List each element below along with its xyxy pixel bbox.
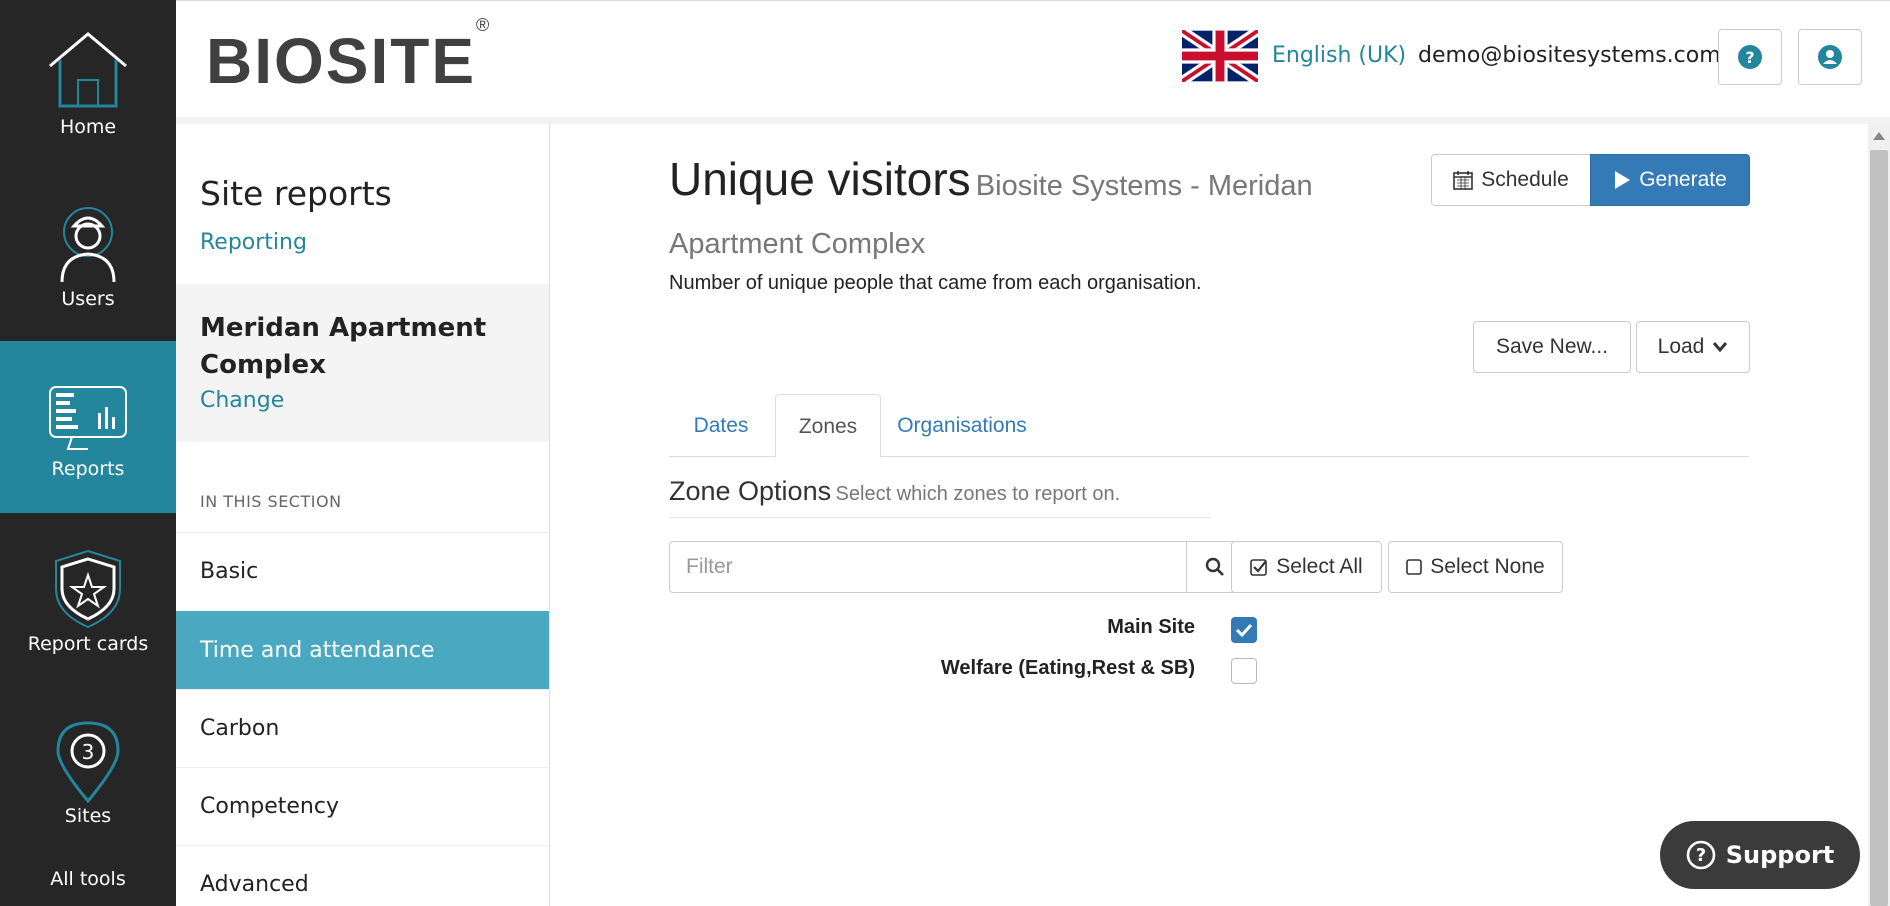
report-name: Unique visitors <box>669 153 971 205</box>
nav-report-cards-label: Report cards <box>27 633 149 655</box>
question-circle-icon: ? <box>1738 45 1762 69</box>
nav-users-label: Users <box>61 288 115 310</box>
calendar-icon <box>1453 171 1474 190</box>
zone-options-heading: Zone Options Select which zones to repor… <box>669 476 1211 518</box>
nav-home[interactable]: Home <box>0 0 176 172</box>
tab-zones[interactable]: Zones <box>775 394 881 458</box>
zone-checkbox-main-site[interactable] <box>1231 617 1257 643</box>
nav-reports[interactable]: Reports <box>0 341 176 513</box>
section-heading: IN THIS SECTION <box>200 492 342 511</box>
side-panel-title: Site reports <box>200 174 392 213</box>
report-chart-icon <box>49 386 127 450</box>
scroll-up-arrow-icon[interactable] <box>1873 132 1885 140</box>
report-tabs: Dates Zones Organisations <box>669 394 1749 458</box>
nav-users[interactable]: Users <box>0 172 176 344</box>
nav-reports-label: Reports <box>51 458 125 480</box>
main-content: Unique visitors Biosite Systems - Merida… <box>551 124 1868 906</box>
nav-home-label: Home <box>59 116 117 138</box>
top-header: BIOSITE® English (UK) demo@biositesystem… <box>176 0 1890 118</box>
support-button[interactable]: ? Support <box>1660 821 1860 889</box>
scrollbar-thumb[interactable] <box>1870 150 1888 906</box>
schedule-button[interactable]: Schedule <box>1431 154 1591 206</box>
empty-square-icon <box>1406 559 1423 575</box>
nav-sites-label: Sites <box>64 805 112 827</box>
user-menu-button[interactable] <box>1798 29 1862 85</box>
house-icon <box>49 32 127 108</box>
language-selector[interactable]: English (UK) <box>1272 43 1406 68</box>
user-circle-icon <box>1818 45 1842 69</box>
select-all-button[interactable]: Select All <box>1231 541 1382 593</box>
left-nav: Home Users Reports Report cards 3 Sites … <box>0 0 176 906</box>
save-new-button[interactable]: Save New... <box>1473 321 1631 373</box>
shield-star-icon <box>55 549 121 629</box>
svg-text:?: ? <box>1745 48 1754 67</box>
biosite-logo[interactable]: BIOSITE® <box>206 16 491 93</box>
report-title: Unique visitors Biosite Systems - Merida… <box>669 152 1369 275</box>
question-circle-icon: ? <box>1686 840 1716 870</box>
zone-label-welfare: Welfare (Eating,Rest & SB) <box>940 657 1195 679</box>
help-button[interactable]: ? <box>1718 29 1782 85</box>
nav-all-tools[interactable]: All tools <box>0 868 176 890</box>
zone-label-main-site: Main Site <box>1107 616 1195 638</box>
side-item-advanced[interactable]: Advanced <box>176 845 549 906</box>
worker-icon <box>60 207 116 283</box>
side-item-competency[interactable]: Competency <box>176 767 549 845</box>
checkmark-icon <box>1235 623 1253 638</box>
side-item-carbon[interactable]: Carbon <box>176 689 549 767</box>
chevron-down-icon <box>1713 342 1728 353</box>
tab-organisations[interactable]: Organisations <box>887 394 1037 457</box>
generate-button[interactable]: Generate <box>1590 154 1750 206</box>
site-box: Meridan Apartment Complex Change <box>176 284 549 442</box>
user-email[interactable]: demo@biositesystems.com <box>1418 43 1721 68</box>
load-button[interactable]: Load <box>1636 321 1750 373</box>
svg-text:?: ? <box>1696 845 1706 866</box>
zone-filter-input[interactable] <box>669 541 1187 593</box>
nav-sites[interactable]: 3 Sites <box>0 685 176 857</box>
report-description: Number of unique people that came from e… <box>669 272 1202 294</box>
svg-text:3: 3 <box>82 740 95 764</box>
site-name: Meridan Apartment Complex <box>200 313 487 380</box>
nav-report-cards[interactable]: Report cards <box>0 513 176 685</box>
checked-square-icon <box>1250 559 1268 576</box>
header-separator <box>176 117 1890 124</box>
change-site-link[interactable]: Change <box>200 388 284 413</box>
reporting-link[interactable]: Reporting <box>200 230 307 255</box>
search-icon <box>1205 557 1224 576</box>
side-item-time-and-attendance[interactable]: Time and attendance <box>176 611 549 689</box>
uk-flag-icon[interactable] <box>1182 30 1258 82</box>
tab-dates[interactable]: Dates <box>669 394 773 457</box>
side-panel: Site reports Reporting Meridan Apartment… <box>176 124 550 906</box>
select-none-button[interactable]: Select None <box>1388 541 1563 593</box>
location-pin-icon: 3 <box>56 721 120 803</box>
side-item-basic[interactable]: Basic <box>176 532 549 610</box>
play-icon <box>1615 171 1631 189</box>
zone-checkbox-welfare[interactable] <box>1231 658 1257 684</box>
